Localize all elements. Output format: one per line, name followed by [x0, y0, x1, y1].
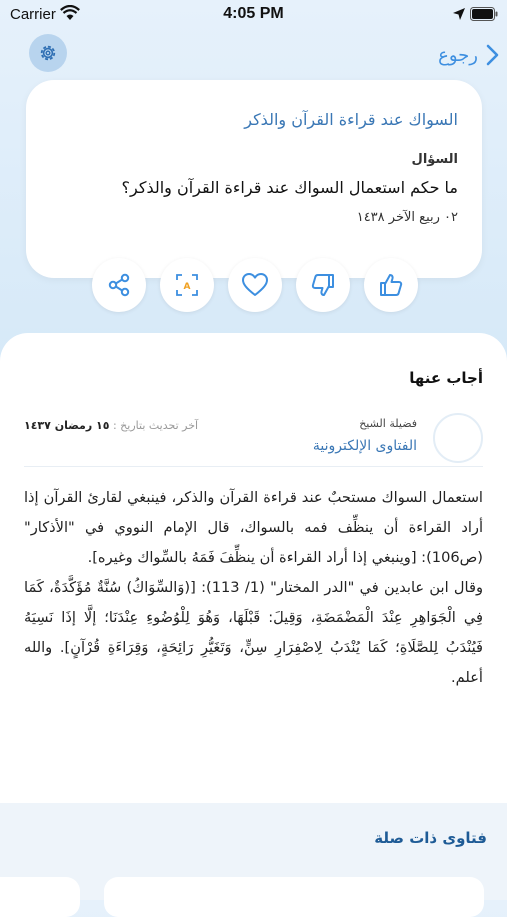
divider: [24, 466, 483, 467]
question-card: السواك عند قراءة القرآن والذكر السؤال ما…: [26, 80, 482, 278]
scholar-row: فضيلة الشيخ الفتاوى الإلكترونية آخر تحدي…: [24, 413, 483, 463]
gear-icon: [40, 45, 56, 61]
action-bar: A: [92, 258, 418, 314]
question-text: ما حكم استعمال السواك عند قراءة القرآن و…: [121, 178, 458, 197]
back-label: رجوع: [438, 44, 478, 66]
question-label: السؤال: [411, 152, 458, 167]
updated-label: آخر تحديث بتاريخ :: [112, 419, 199, 432]
translate-icon: A: [176, 274, 198, 296]
avatar: [433, 413, 483, 463]
back-button[interactable]: رجوع: [400, 40, 500, 70]
answer-body: استعمال السواك مستحبٌ عند قراءة القرآن و…: [24, 483, 483, 693]
heart-icon: [242, 273, 268, 296]
share-icon: [108, 273, 130, 297]
question-title: السواك عند قراءة القرآن والذكر: [244, 110, 458, 129]
favorite-button[interactable]: [228, 258, 282, 312]
question-date: ٠٢ ربيع الآخر ١٤٣٨: [356, 210, 458, 225]
related-card[interactable]: [104, 877, 484, 917]
thumbs-down-icon: [311, 274, 334, 296]
answer-paragraph: وقال ابن عابدين في "الدر المختار" (1/ 11…: [24, 579, 484, 686]
scholar-meta: فضيلة الشيخ الفتاوى الإلكترونية: [313, 417, 417, 454]
translate-button[interactable]: A: [160, 258, 214, 312]
related-section: فتاوى ذات صلة: [0, 803, 507, 917]
scholar-label: فضيلة الشيخ: [359, 417, 417, 430]
related-title: فتاوى ذات صلة: [374, 829, 487, 847]
answer-heading: أجاب عنها: [409, 369, 483, 387]
svg-text:A: A: [184, 282, 191, 292]
scholar-name-link[interactable]: الفتاوى الإلكترونية: [313, 438, 417, 454]
updated-date: ١٥ رمضان ١٤٣٧: [24, 419, 110, 432]
related-card[interactable]: [0, 877, 80, 917]
thumbs-up-icon: [380, 274, 403, 296]
chevron-right-icon: [486, 44, 499, 66]
answer-panel: أجاب عنها فضيلة الشيخ الفتاوى الإلكتروني…: [0, 333, 507, 803]
status-bar: Carrier 4:05 PM: [0, 0, 507, 30]
clock: 4:05 PM: [223, 5, 284, 22]
dislike-button[interactable]: [296, 258, 350, 312]
share-button[interactable]: [92, 258, 146, 312]
answer-paragraph: استعمال السواك مستحبٌ عند قراءة القرآن و…: [24, 489, 483, 566]
like-button[interactable]: [364, 258, 418, 312]
location-arrow-icon: [453, 8, 465, 20]
settings-button[interactable]: [29, 34, 67, 72]
battery-icon: [470, 7, 498, 21]
updated-info: آخر تحديث بتاريخ : ١٥ رمضان ١٤٣٧: [24, 419, 198, 432]
